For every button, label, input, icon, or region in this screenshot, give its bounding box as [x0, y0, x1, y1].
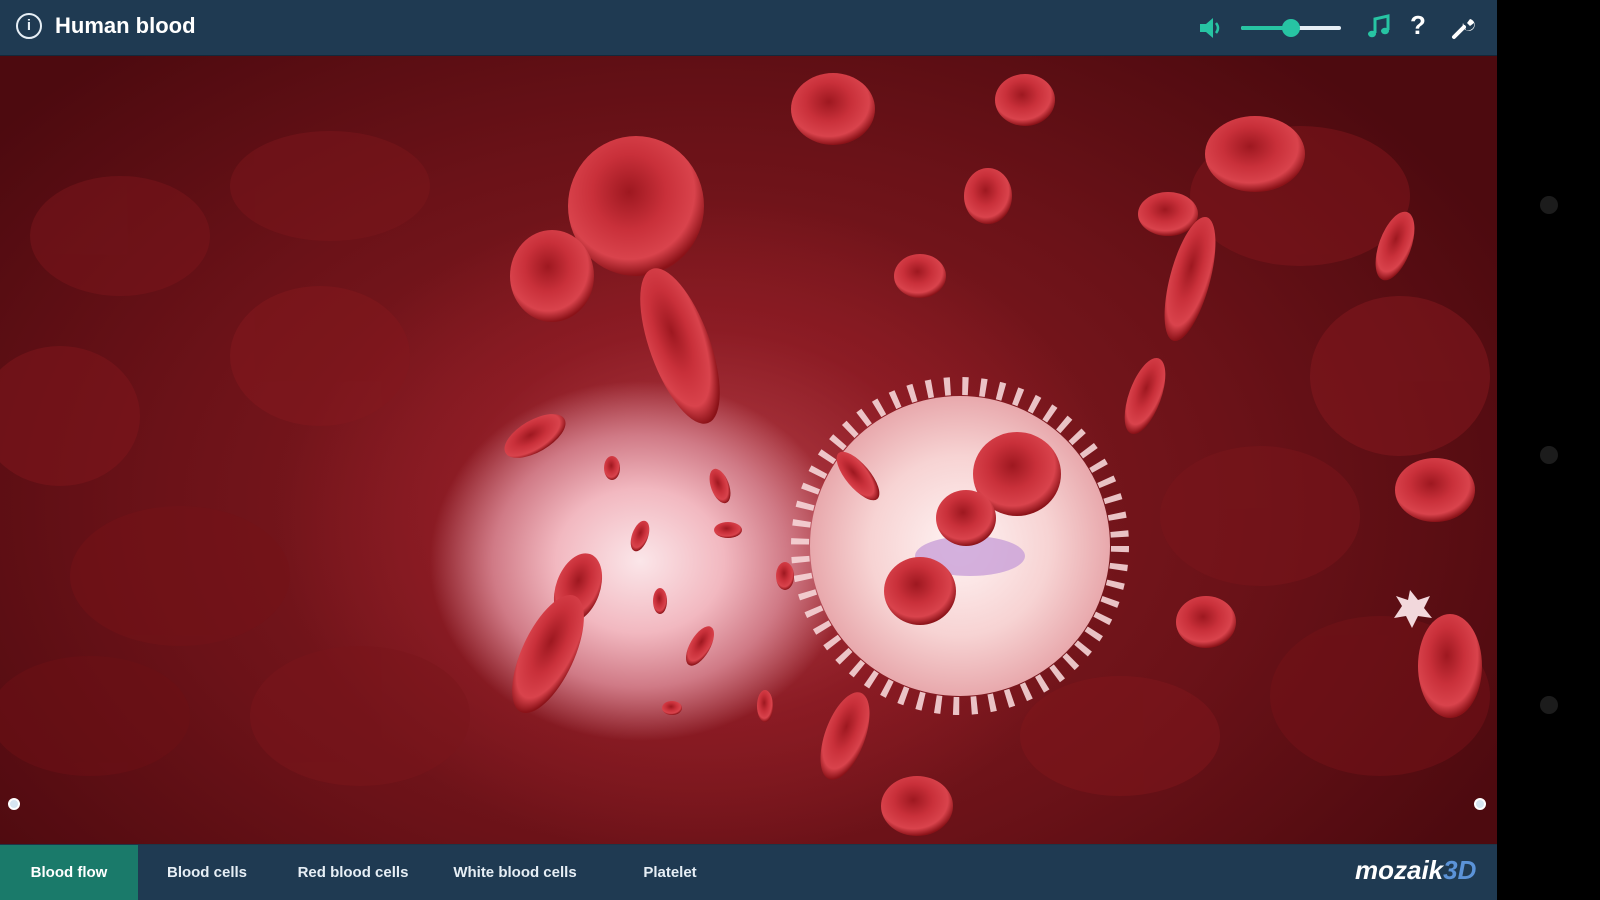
system-home-button[interactable] — [1540, 446, 1558, 464]
brand-logo: mozaik3D — [1355, 855, 1476, 886]
system-recents-button[interactable] — [1540, 696, 1558, 714]
scene-hotspot-left[interactable] — [8, 798, 20, 810]
tab-blood-flow[interactable]: Blood flow — [0, 845, 138, 900]
system-back-button[interactable] — [1540, 196, 1558, 214]
scene-hotspot-right[interactable] — [1474, 798, 1486, 810]
volume-slider-knob[interactable] — [1282, 19, 1300, 37]
blood-vessel-illustration — [0, 73, 1490, 836]
top-toolbar: i Human blood ? — [0, 0, 1497, 56]
brand-logo-3d: 3D — [1443, 855, 1477, 885]
speaker-icon[interactable] — [1198, 16, 1224, 40]
wrench-icon[interactable] — [1450, 15, 1476, 41]
tab-platelet[interactable]: Platelet — [620, 845, 720, 900]
music-note-icon[interactable] — [1366, 14, 1392, 40]
tab-white-blood-cells[interactable]: White blood cells — [436, 845, 594, 900]
tab-blood-cells[interactable]: Blood cells — [148, 845, 266, 900]
volume-slider[interactable] — [1241, 19, 1341, 37]
brand-logo-text: mozaik — [1355, 855, 1444, 885]
help-icon[interactable]: ? — [1410, 10, 1426, 41]
page-title: Human blood — [55, 13, 196, 38]
bottom-tab-bar: Blood flow Blood cells Red blood cells W… — [0, 845, 1497, 900]
info-icon[interactable]: i — [16, 13, 42, 39]
tab-red-blood-cells[interactable]: Red blood cells — [278, 845, 428, 900]
app-window: i Human blood ? Blood flow Blood cells R… — [0, 0, 1497, 900]
blood-vessel-scene[interactable] — [0, 56, 1497, 844]
vessel-wall-cells — [0, 126, 1490, 796]
white-blood-cell — [791, 377, 1129, 715]
